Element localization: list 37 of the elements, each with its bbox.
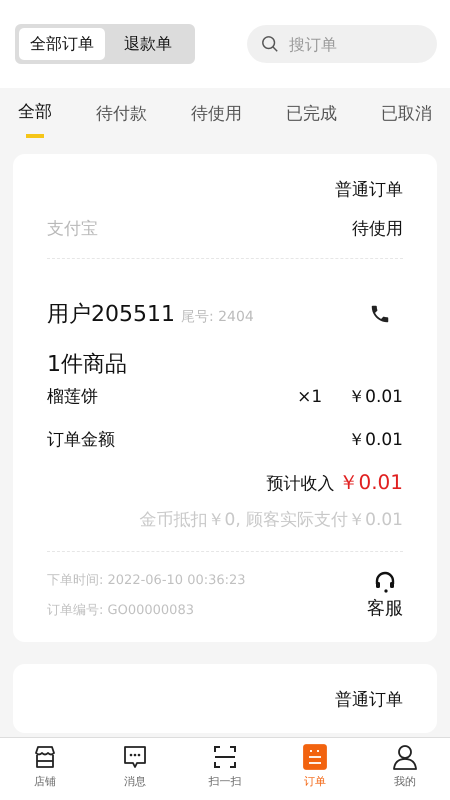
payment-method: 支付宝 bbox=[47, 218, 98, 240]
nav-tab[interactable]: 店铺 bbox=[15, 738, 75, 800]
amount-label: 订单金额 bbox=[47, 429, 115, 451]
order-type: 普通订单 bbox=[335, 689, 403, 711]
filter-tab[interactable]: 已完成 bbox=[286, 88, 337, 138]
customer-name: 用户205511 bbox=[47, 301, 175, 329]
user-icon bbox=[392, 744, 418, 770]
nav-tab[interactable]: 我的 bbox=[375, 738, 435, 800]
phone-tail: 尾号: 2404 bbox=[180, 308, 254, 326]
filter-tab[interactable]: 待使用 bbox=[191, 88, 242, 138]
income-amount: ￥0.01 bbox=[338, 469, 403, 496]
customer-service-button[interactable]: 客服 bbox=[367, 570, 403, 620]
filter-tab[interactable]: 待付款 bbox=[96, 88, 147, 138]
filter-tab[interactable]: 全部 bbox=[18, 88, 52, 138]
item-price: ￥0.01 bbox=[348, 386, 403, 408]
segment-tab[interactable]: 退款单 bbox=[105, 28, 191, 60]
search-icon bbox=[261, 35, 279, 53]
order-amount: ￥0.01 bbox=[348, 429, 403, 451]
segment-tab[interactable]: 全部订单 bbox=[19, 28, 105, 60]
nav-tab[interactable]: 扫一扫 bbox=[195, 738, 255, 800]
nav-tab[interactable]: 消息 bbox=[105, 738, 165, 800]
item-name: 榴莲饼 bbox=[47, 386, 98, 408]
filter-tab[interactable]: 已取消 bbox=[381, 88, 432, 138]
item-quantity: ×1 bbox=[297, 386, 322, 406]
phone-icon[interactable] bbox=[369, 303, 391, 325]
order-time: 下单时间: 2022-06-10 00:36:23 bbox=[47, 572, 246, 589]
headset-icon bbox=[373, 570, 397, 594]
item-count: 1件商品 bbox=[47, 351, 128, 379]
scan-icon bbox=[212, 744, 238, 770]
order-status: 待使用 bbox=[352, 218, 403, 240]
order-type: 普通订单 bbox=[335, 179, 403, 201]
message-icon bbox=[122, 744, 148, 770]
income-label: 预计收入 bbox=[266, 473, 334, 495]
order-list-icon bbox=[302, 744, 328, 770]
order-number: 订单编号: GO00000083 bbox=[47, 602, 195, 619]
search-field[interactable]: 搜订单 bbox=[247, 25, 437, 63]
store-icon bbox=[32, 744, 58, 770]
